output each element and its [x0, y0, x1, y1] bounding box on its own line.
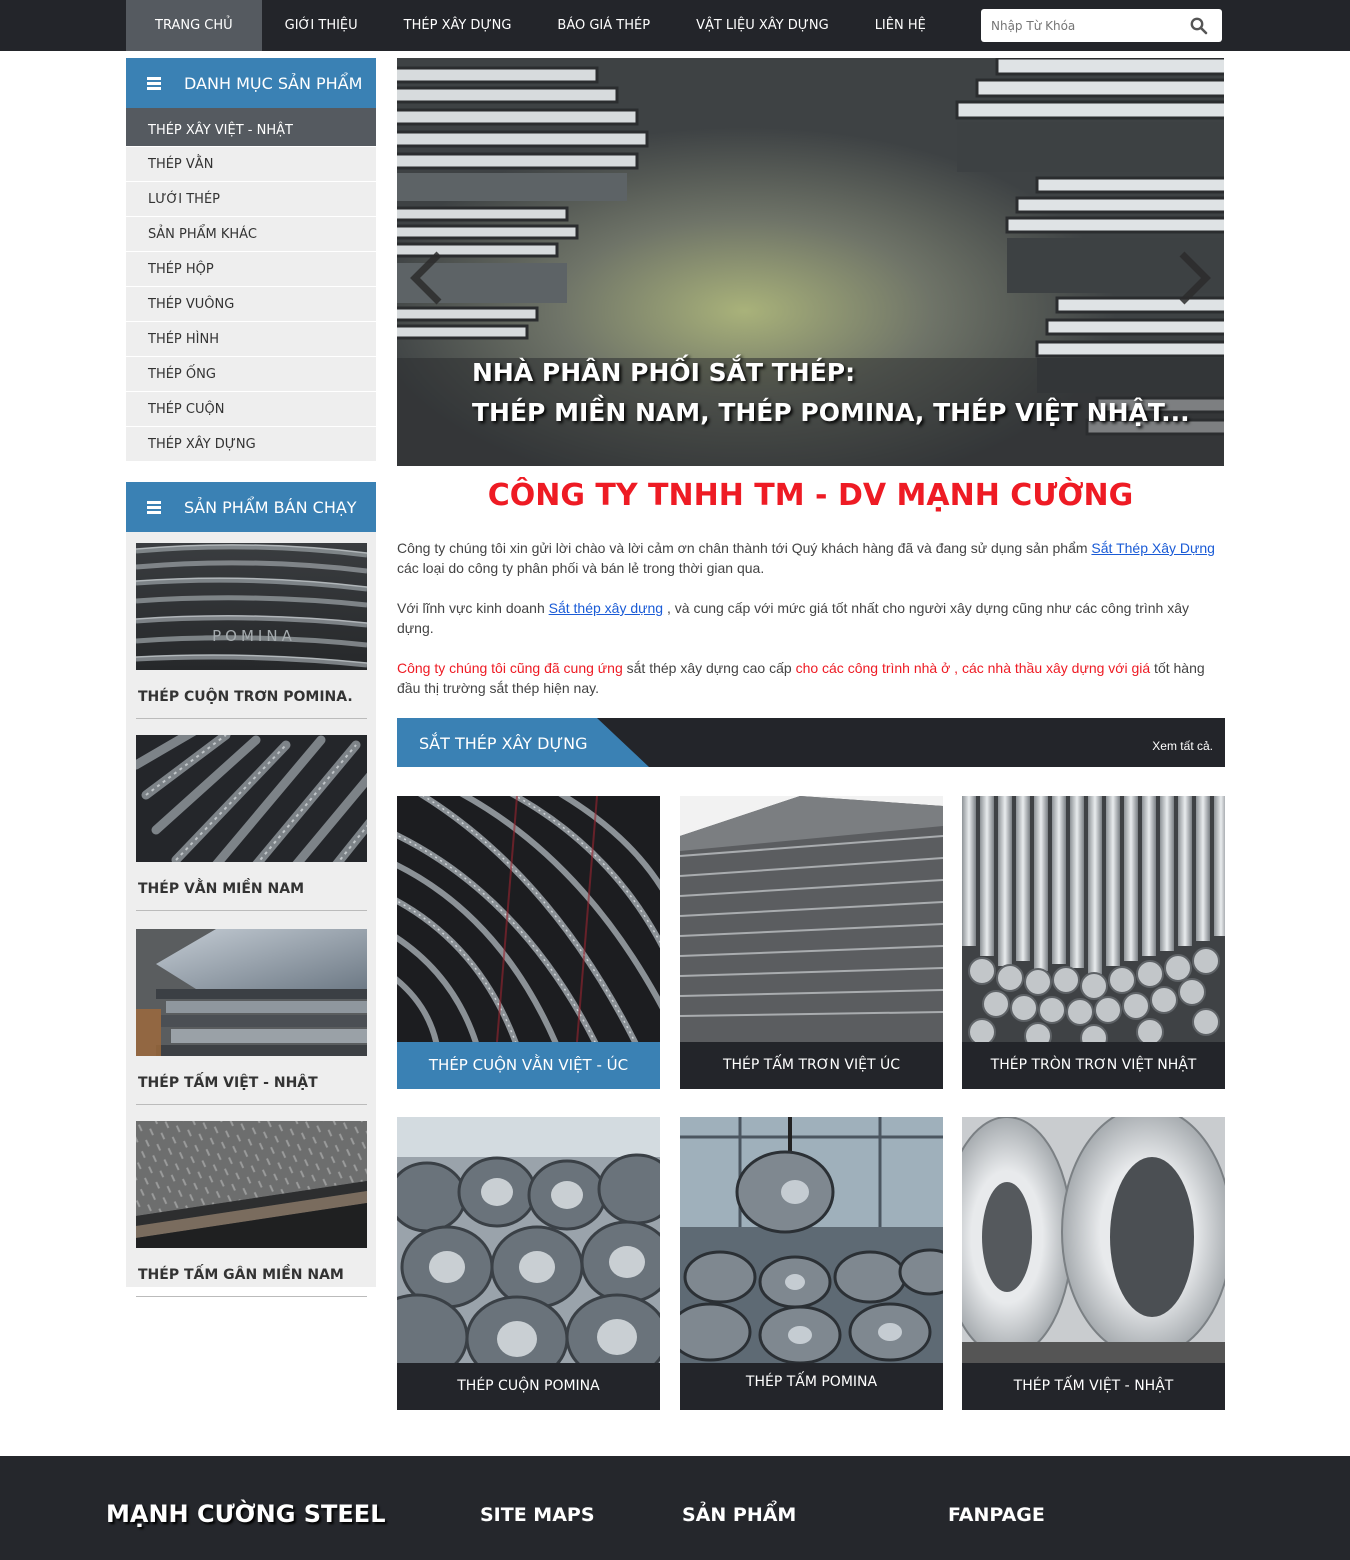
- category-item-thep-cuon[interactable]: THÉP CUỘN: [126, 392, 376, 427]
- bestseller-name[interactable]: THÉP TẤM GÂN MIỀN NAM: [136, 1253, 367, 1296]
- nav-about[interactable]: GIỚI THIỆU: [262, 0, 381, 51]
- category-item-thep-ong[interactable]: THÉP ỐNG: [126, 357, 376, 392]
- search-box: [981, 9, 1222, 42]
- footer-col-sitemaps: SITE MAPS: [480, 1504, 595, 1526]
- menu-icon: [147, 76, 161, 90]
- slider-caption-line2: THÉP MIỀN NAM, THÉP POMINA, THÉP VIỆT NH…: [472, 398, 1190, 427]
- product-image-large-coils[interactable]: [962, 1117, 1225, 1363]
- product-image-rebar-coil[interactable]: [397, 796, 660, 1042]
- nav-construction-steel[interactable]: THÉP XÂY DỰNG: [381, 0, 535, 51]
- product-card[interactable]: THÉP CUỘN VẰN VIỆT - ÚC: [397, 796, 660, 1089]
- footer-brand: MẠNH CƯỜNG STEEL: [106, 1500, 386, 1528]
- top-navbar: TRANG CHỦ GIỚI THIỆU THÉP XÂY DỰNG BÁO G…: [0, 0, 1350, 51]
- intro-p1-text-b: các loại do công ty phân phối và bán lẻ …: [397, 560, 765, 576]
- intro-p3-red-1: Công ty chúng tôi cũng đã cung ứng: [397, 660, 623, 676]
- category-item-san-pham-khac[interactable]: SẢN PHẨM KHÁC: [126, 217, 376, 252]
- intro-p3-red-2: cho các công trình nhà ở , các nhà thầu …: [795, 660, 1151, 676]
- product-image-steel-plate[interactable]: [136, 929, 367, 1056]
- product-card[interactable]: THÉP TRÒN TRƠN VIỆT NHẬT: [962, 796, 1225, 1089]
- view-all-link[interactable]: Xem tất cả.: [1152, 718, 1213, 775]
- svg-text:POMINA: POMINA: [212, 627, 296, 645]
- product-image-wire-coils[interactable]: [397, 1117, 660, 1363]
- category-item-thep-hinh[interactable]: THÉP HÌNH: [126, 322, 376, 357]
- product-card[interactable]: THÉP TẤM POMINA: [680, 1117, 943, 1410]
- intro-p3-mid: sắt thép xây dựng cao cấp: [622, 660, 796, 676]
- intro-paragraph-2: Với lĩnh vực kinh doanh Sắt thép xây dựn…: [397, 598, 1224, 638]
- category-item-thep-xay-viet-nhat[interactable]: THÉP XÂY VIỆT - NHẬT: [126, 108, 376, 147]
- category-title: DANH MỤC SẢN PHẨM: [184, 73, 363, 93]
- bestseller-name[interactable]: THÉP CUỘN TRƠN POMINA.: [136, 675, 367, 718]
- product-image-rebar[interactable]: [131, 725, 381, 870]
- menu-icon: [147, 500, 161, 514]
- intro-paragraph-3: Công ty chúng tôi cũng đã cung ứng sắt t…: [397, 658, 1224, 698]
- category-item-thep-xay-dung[interactable]: THÉP XÂY DỰNG: [126, 427, 376, 462]
- product-label[interactable]: THÉP TẤM POMINA: [680, 1363, 943, 1410]
- slider-next-arrow-icon[interactable]: [1176, 248, 1216, 308]
- bestseller-name[interactable]: THÉP TẤM VIỆT - NHẬT: [136, 1061, 367, 1104]
- nav-building-materials[interactable]: VẬT LIỆU XÂY DỰNG: [673, 0, 852, 51]
- product-image-coil-rebar[interactable]: POMINA: [135, 543, 368, 670]
- bestseller-item[interactable]: THÉP TẤM VIỆT - NHẬT: [136, 929, 367, 1105]
- main-menu: TRANG CHỦ GIỚI THIỆU THÉP XÂY DỰNG BÁO G…: [126, 0, 949, 51]
- intro-link-sat-thep[interactable]: Sắt thép xây dựng: [549, 600, 663, 616]
- hero-slider: NHÀ PHÂN PHỐI SẮT THÉP: THÉP MIỀN NAM, T…: [397, 58, 1224, 466]
- footer-col-fanpage: FANPAGE: [948, 1504, 1045, 1526]
- nav-price-list[interactable]: BÁO GIÁ THÉP: [534, 0, 673, 51]
- bestseller-item[interactable]: THÉP TẤM GÂN MIỀN NAM: [136, 1121, 367, 1297]
- search-input[interactable]: [981, 9, 1181, 42]
- footer: MẠNH CƯỜNG STEEL SITE MAPS SẢN PHẨM FANP…: [0, 1456, 1350, 1560]
- product-image-round-bars[interactable]: [962, 796, 1225, 1042]
- company-name: CÔNG TY TNHH TM - DV MẠNH CƯỜNG: [487, 478, 1134, 513]
- search-icon[interactable]: [1190, 17, 1208, 35]
- product-card[interactable]: THÉP CUỘN POMINA: [397, 1117, 660, 1410]
- intro-p2-text-a: Với lĩnh vực kinh doanh: [397, 600, 549, 616]
- category-sidebar: DANH MỤC SẢN PHẨM THÉP XÂY VIỆT - NHẬT T…: [126, 58, 376, 462]
- product-card[interactable]: THÉP TẤM VIỆT - NHẬT: [962, 1117, 1225, 1410]
- bestseller-item[interactable]: THÉP VẰN MIỀN NAM: [131, 725, 381, 911]
- category-item-thep-van[interactable]: THÉP VẰN: [126, 147, 376, 182]
- intro-text: Công ty chúng tôi xin gửi lời chào và lờ…: [397, 538, 1224, 718]
- product-card[interactable]: THÉP TẤM TRƠN VIỆT ÚC: [680, 796, 943, 1089]
- product-label[interactable]: THÉP TẤM TRƠN VIỆT ÚC: [680, 1042, 943, 1089]
- intro-paragraph-1: Công ty chúng tôi xin gửi lời chào và lờ…: [397, 538, 1224, 578]
- bestseller-name[interactable]: THÉP VẰN MIỀN NAM: [136, 867, 367, 910]
- section-title: SẮT THÉP XÂY DỰNG: [419, 734, 588, 753]
- slider-caption-line1: NHÀ PHÂN PHỐI SẮT THÉP:: [472, 358, 856, 387]
- product-image-plate-stack[interactable]: [680, 796, 943, 1042]
- nav-home[interactable]: TRANG CHỦ: [126, 0, 262, 51]
- category-item-thep-vuong[interactable]: THÉP VUÔNG: [126, 287, 376, 322]
- footer-col-products: SẢN PHẨM: [682, 1504, 797, 1526]
- bestseller-sidebar: SẢN PHẨM BÁN CHẠY POMINA THÉP CUỘN TRƠN …: [126, 482, 381, 1297]
- bestseller-list: POMINA THÉP CUỘN TRƠN POMINA. THÉP VẰN M…: [126, 532, 381, 1297]
- nav-contact[interactable]: LIÊN HỆ: [852, 0, 949, 51]
- section-header: SẮT THÉP XÂY DỰNG Xem tất cả.: [397, 718, 1225, 767]
- category-header: DANH MỤC SẢN PHẨM: [126, 58, 376, 108]
- intro-p1-text-a: Công ty chúng tôi xin gửi lời chào và lờ…: [397, 540, 1092, 556]
- slider-prev-arrow-icon[interactable]: [405, 248, 445, 308]
- category-list: THÉP XÂY VIỆT - NHẬT THÉP VẰN LƯỚI THÉP …: [126, 108, 376, 462]
- product-label[interactable]: THÉP CUỘN VẰN VIỆT - ÚC: [397, 1042, 660, 1089]
- product-label[interactable]: THÉP CUỘN POMINA: [397, 1363, 660, 1410]
- category-item-luoi-thep[interactable]: LƯỚI THÉP: [126, 182, 376, 217]
- product-image-checker-plate[interactable]: [136, 1121, 367, 1248]
- intro-link-sat-thep-xay-dung[interactable]: Sắt Thép Xây Dựng: [1091, 540, 1215, 556]
- bestseller-title: SẢN PHẨM BÁN CHẠY: [184, 497, 357, 517]
- product-image-steel-coils-factory[interactable]: [680, 1117, 943, 1363]
- product-label[interactable]: THÉP TẤM VIỆT - NHẬT: [962, 1363, 1225, 1410]
- product-label[interactable]: THÉP TRÒN TRƠN VIỆT NHẬT: [962, 1042, 1225, 1089]
- category-item-thep-hop[interactable]: THÉP HỘP: [126, 252, 376, 287]
- bestseller-header: SẢN PHẨM BÁN CHẠY: [126, 482, 376, 532]
- bestseller-item[interactable]: POMINA THÉP CUỘN TRƠN POMINA.: [135, 543, 368, 719]
